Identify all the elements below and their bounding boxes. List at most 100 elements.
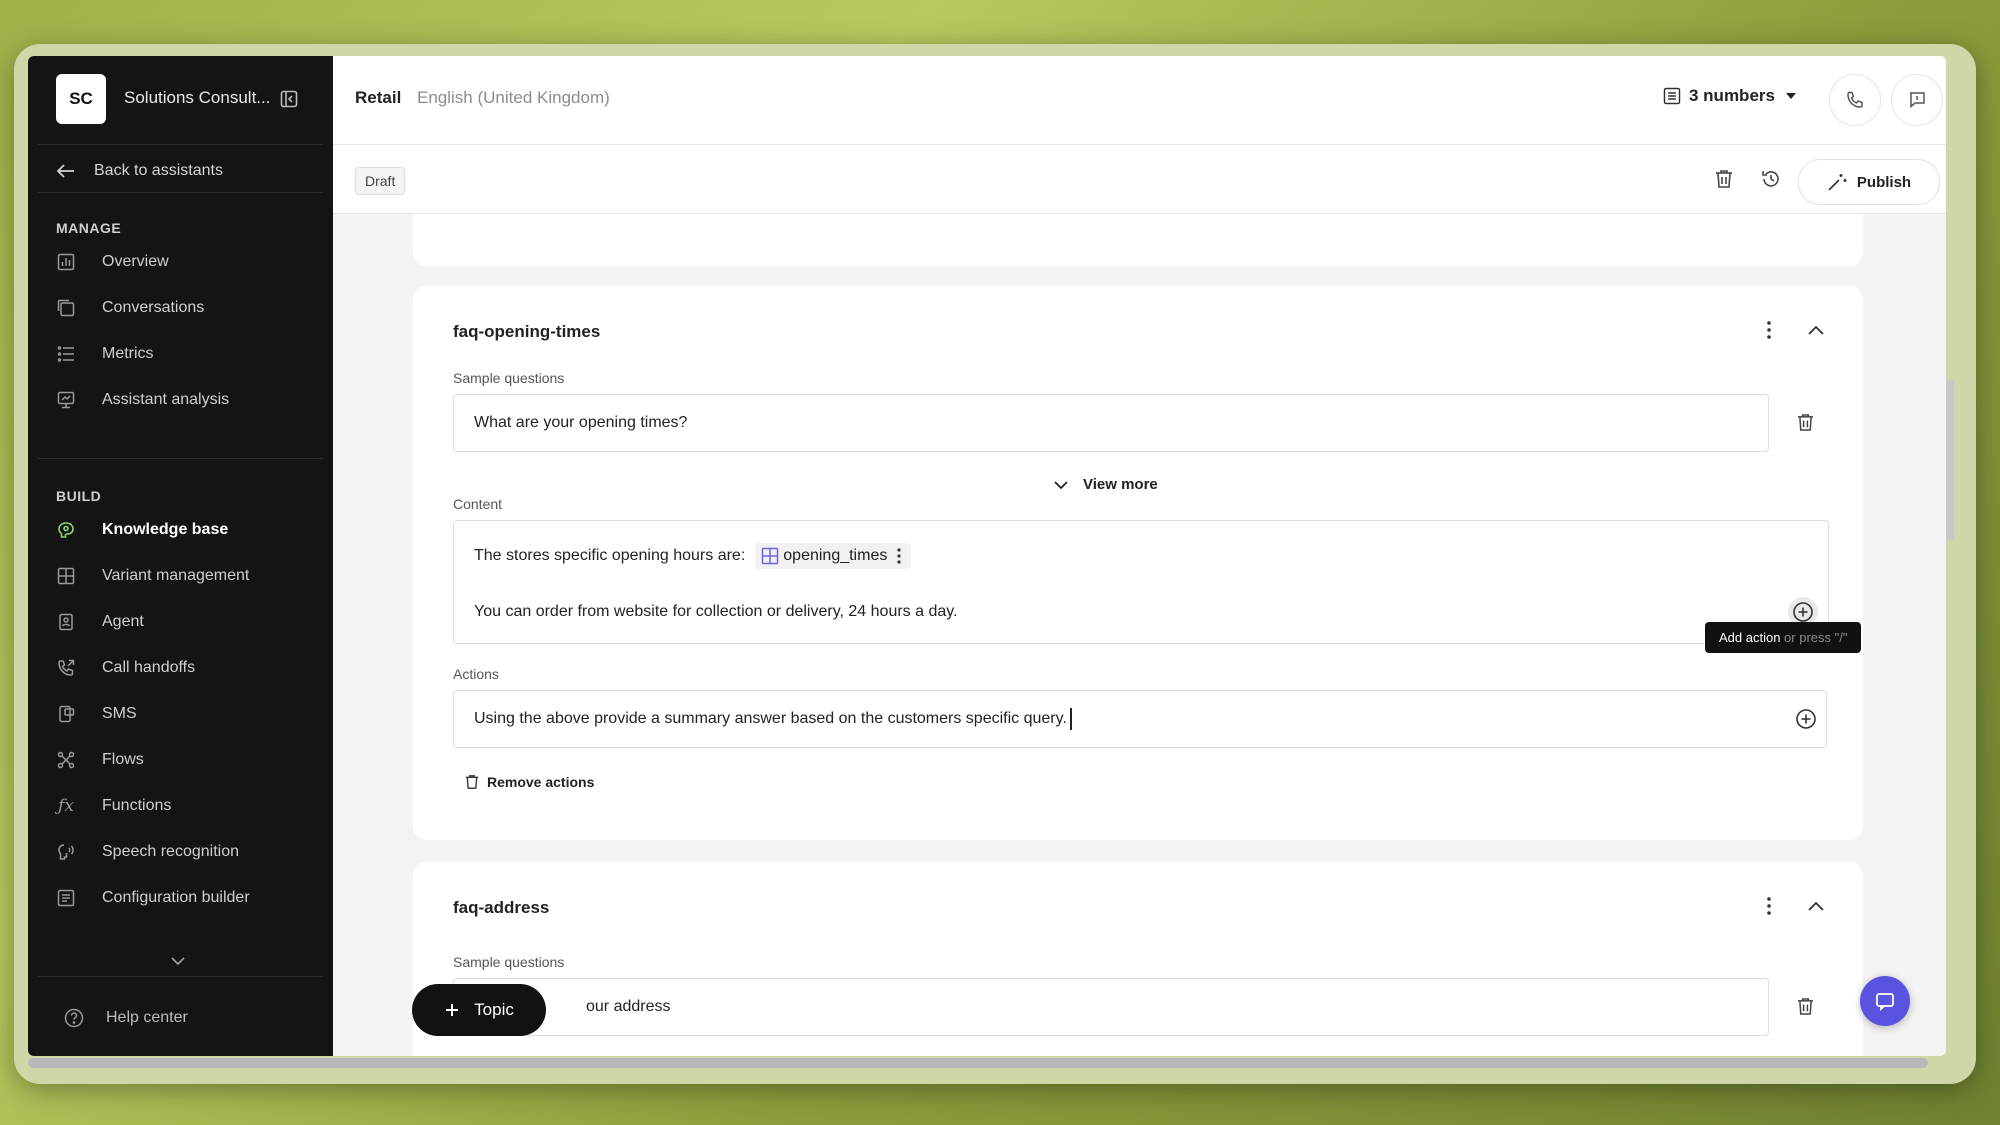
manage-section-label: MANAGE xyxy=(56,220,122,236)
app-window: SC Solutions Consult... Back to assistan… xyxy=(28,56,1946,1056)
plus-icon xyxy=(446,1004,459,1016)
flows-icon xyxy=(56,750,76,770)
conversations-icon xyxy=(56,298,76,318)
sidebar-item-overview[interactable]: Overview xyxy=(56,246,321,278)
magic-wand-icon xyxy=(1828,174,1847,191)
monitor-icon xyxy=(56,390,76,410)
remove-actions-button[interactable]: Remove actions xyxy=(465,774,594,790)
list-icon xyxy=(1663,87,1681,105)
table-icon xyxy=(762,547,779,565)
sample-questions-label: Sample questions xyxy=(453,370,565,386)
tooltip-hint: or press "/" xyxy=(1780,630,1848,645)
sidebar-item-variant-management[interactable]: Variant management xyxy=(56,560,321,592)
add-action-button[interactable] xyxy=(1793,706,1819,732)
topic-card-faq-opening-times: faq-opening-times Sample questions What … xyxy=(413,286,1863,840)
assistant-title: Retail xyxy=(355,88,402,107)
more-options-icon[interactable] xyxy=(897,548,901,564)
speech-icon xyxy=(56,842,76,862)
sidebar-item-functions[interactable]: ƒx Functions xyxy=(56,790,321,822)
brain-icon xyxy=(56,520,76,540)
sidebar-item-assistant-analysis[interactable]: Assistant analysis xyxy=(56,384,321,416)
sidebar-divider xyxy=(38,458,323,459)
sidebar: SC Solutions Consult... Back to assistan… xyxy=(28,56,333,1056)
more-options-icon[interactable] xyxy=(1757,894,1781,918)
sidebar-divider xyxy=(38,144,323,145)
sidebar-item-metrics[interactable]: Metrics xyxy=(56,338,321,370)
call-button[interactable] xyxy=(1829,74,1881,126)
chevron-down-icon[interactable] xyxy=(170,956,186,966)
variable-name: opening_times xyxy=(783,547,888,564)
history-button[interactable] xyxy=(1759,167,1783,191)
view-more-label: View more xyxy=(1083,476,1158,493)
plus-circle-icon xyxy=(1793,602,1813,622)
sidebar-item-label: Variant management xyxy=(102,567,250,584)
add-action-tooltip: Add action or press "/" xyxy=(1705,622,1862,653)
grid-icon xyxy=(56,566,76,586)
publish-label: Publish xyxy=(1856,173,1912,191)
sidebar-item-label: Metrics xyxy=(102,345,154,362)
sidebar-item-label: Flows xyxy=(102,751,144,768)
sidebar-item-label: Assistant analysis xyxy=(102,391,230,408)
numbers-label: 3 numbers xyxy=(1689,86,1775,105)
back-to-assistants-link[interactable]: Back to assistants xyxy=(56,156,316,186)
horizontal-scrollbar[interactable] xyxy=(28,1058,1928,1068)
top-bar: Retail English (United Kingdom) 3 number… xyxy=(333,56,1946,145)
numbers-dropdown[interactable]: 3 numbers xyxy=(1663,86,1805,106)
trash-icon xyxy=(1716,170,1732,188)
sidebar-header: SC Solutions Consult... xyxy=(28,56,333,146)
content-text: The stores specific opening hours are: xyxy=(474,547,746,564)
sidebar-item-conversations[interactable]: Conversations xyxy=(56,292,321,324)
status-badge: Draft xyxy=(355,167,406,195)
knowledge-base-content: faq-opening-times Sample questions What … xyxy=(333,214,1946,1056)
sidebar-divider xyxy=(38,192,323,193)
sidebar-item-flows[interactable]: Flows xyxy=(56,744,321,776)
sidebar-item-call-handoffs[interactable]: Call handoffs xyxy=(56,652,321,684)
content-editor[interactable]: The stores specific opening hours are: o… xyxy=(453,520,1829,644)
sidebar-item-sms[interactable]: SMS xyxy=(56,698,321,730)
delete-button[interactable] xyxy=(1712,167,1736,191)
sidebar-item-label: Knowledge base xyxy=(102,521,229,538)
chat-support-button[interactable] xyxy=(1860,976,1910,1026)
topic-card-faq-address: faq-address Sample questions our address xyxy=(413,862,1863,1056)
actions-input[interactable]: Using the above provide a summary answer… xyxy=(453,690,1827,748)
sample-question-input[interactable]: our address xyxy=(453,978,1769,1036)
sidebar-item-label: Call handoffs xyxy=(102,659,196,676)
chevron-up-icon[interactable] xyxy=(1804,894,1828,918)
sidebar-item-label: Configuration builder xyxy=(102,889,250,906)
sidebar-item-speech-recognition[interactable]: Speech recognition xyxy=(56,836,321,868)
sidebar-item-label: Overview xyxy=(102,253,169,270)
sidebar-item-configuration-builder[interactable]: Configuration builder xyxy=(56,882,321,914)
sms-icon xyxy=(56,704,76,724)
sample-question-input[interactable]: What are your opening times? xyxy=(453,394,1769,452)
sidebar-item-label: Agent xyxy=(102,613,144,630)
chat-preview-button[interactable] xyxy=(1891,74,1943,126)
sidebar-item-agent[interactable]: Agent xyxy=(56,606,321,638)
content-text: You can order from website for collectio… xyxy=(474,603,958,620)
publish-button[interactable]: Publish xyxy=(1798,159,1940,205)
org-avatar[interactable]: SC xyxy=(56,74,106,124)
sidebar-item-label: Conversations xyxy=(102,299,205,316)
sidebar-divider xyxy=(38,976,323,977)
delete-question-button[interactable] xyxy=(1793,994,1817,1018)
collapse-sidebar-icon[interactable] xyxy=(280,90,298,108)
chevron-up-icon[interactable] xyxy=(1804,318,1828,342)
add-topic-button[interactable]: Topic xyxy=(412,984,546,1036)
plus-circle-icon xyxy=(1796,709,1816,729)
chat-icon xyxy=(1876,993,1894,1012)
sidebar-item-knowledge-base[interactable]: Knowledge base xyxy=(56,514,321,546)
trash-icon xyxy=(1797,413,1813,431)
org-name[interactable]: Solutions Consult... xyxy=(124,88,270,108)
help-center-link[interactable]: Help center xyxy=(64,1008,188,1028)
topic-title: faq-address xyxy=(453,898,550,917)
variable-chip[interactable]: opening_times xyxy=(755,543,912,569)
metrics-list-icon xyxy=(56,344,76,364)
more-options-icon[interactable] xyxy=(1757,318,1781,342)
tooltip-text: Add action xyxy=(1719,630,1781,645)
delete-question-button[interactable] xyxy=(1793,410,1817,434)
actions-text: Using the above provide a summary answer… xyxy=(474,710,1067,727)
vertical-scrollbar[interactable] xyxy=(1946,380,1954,540)
function-icon: ƒx xyxy=(58,796,74,816)
chevron-down-icon xyxy=(1054,480,1068,489)
view-more-button[interactable]: View more xyxy=(1053,476,1158,493)
help-icon xyxy=(64,1008,84,1028)
